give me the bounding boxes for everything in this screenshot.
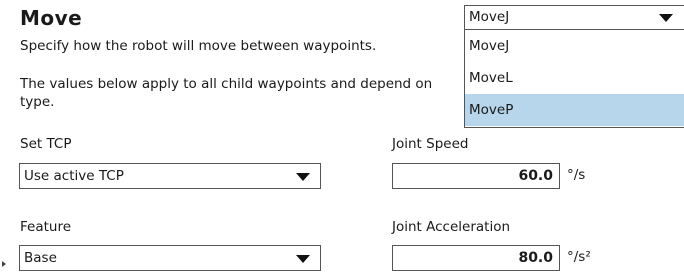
tcp-select[interactable]: Use active TCP bbox=[19, 163, 321, 189]
move-type-select[interactable]: MoveJ bbox=[464, 5, 684, 30]
tcp-select-value: Use active TCP bbox=[24, 168, 124, 184]
joint-acceleration-unit: °/s² bbox=[567, 249, 591, 265]
page-note-line-2: type. bbox=[20, 94, 55, 110]
joint-acceleration-input[interactable]: 80.0 bbox=[392, 245, 560, 271]
expand-arrow-icon[interactable] bbox=[2, 261, 6, 267]
page-description: Specify how the robot will move between … bbox=[20, 38, 377, 54]
joint-speed-unit: °/s bbox=[567, 167, 586, 183]
feature-select[interactable]: Base bbox=[19, 245, 321, 271]
move-type-option-movel[interactable]: MoveL bbox=[465, 62, 684, 94]
feature-select-value: Base bbox=[24, 250, 57, 266]
feature-label: Feature bbox=[20, 219, 72, 235]
page-title: Move bbox=[20, 6, 83, 30]
move-type-option-movej[interactable]: MoveJ bbox=[465, 30, 684, 62]
move-type-options-list: MoveJ MoveL MoveP bbox=[464, 30, 684, 128]
chevron-down-icon bbox=[296, 255, 310, 263]
chevron-down-icon bbox=[296, 173, 310, 181]
chevron-down-icon bbox=[659, 14, 673, 22]
joint-speed-input[interactable]: 60.0 bbox=[392, 163, 560, 189]
page-note-line-1: The values below apply to all child wayp… bbox=[20, 76, 433, 92]
move-type-option-movep[interactable]: MoveP bbox=[465, 94, 684, 126]
page-note: The values below apply to all child wayp… bbox=[20, 75, 460, 111]
tcp-label: Set TCP bbox=[20, 136, 72, 152]
joint-acceleration-label: Joint Acceleration bbox=[392, 219, 511, 235]
move-type-selected-value: MoveJ bbox=[469, 9, 510, 25]
joint-speed-label: Joint Speed bbox=[392, 136, 469, 152]
